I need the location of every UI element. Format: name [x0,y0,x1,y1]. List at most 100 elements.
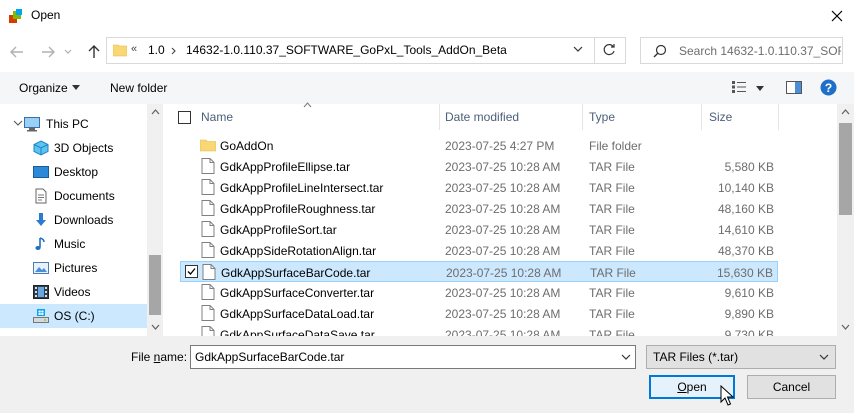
breadcrumb-overflow[interactable]: « [131,43,137,55]
chevron-down-icon[interactable] [621,354,631,361]
nav-item-pictures[interactable]: Pictures [0,256,147,280]
file-type: TAR File [589,307,635,321]
table-row[interactable]: GdkAppProfileEllipse.tar 2023-07-25 10:28… [180,156,778,177]
file-type: TAR File [589,244,635,258]
download-arrow-icon [36,213,46,226]
chevron-down-icon[interactable] [13,119,23,127]
documents-icon [35,188,47,204]
nav-item-label: Downloads [54,213,114,227]
preview-pane-icon[interactable] [786,81,802,94]
search-icon [653,44,667,58]
file-date: 2023-07-25 10:28 AM [445,223,561,237]
cube-icon [33,140,49,156]
table-row[interactable]: GdkAppSurfaceDataLoad.tar 2023-07-25 10:2… [180,303,778,324]
table-row[interactable]: GdkAppProfileSort.tar 2023-07-25 10:28 AM… [180,219,778,240]
file-date: 2023-07-25 10:28 AM [446,266,562,280]
scroll-up-icon[interactable] [151,109,160,115]
nav-item-label: This PC [46,117,89,131]
file-type: TAR File [589,223,635,237]
file-type: TAR File [589,286,635,300]
nav-item-downloads[interactable]: Downloads [0,208,147,232]
file-icon [202,264,216,280]
file-icon [201,305,215,321]
file-name-label: File name: [131,350,187,364]
table-row[interactable]: GdkAppSideRotationAlign.tar 2023-07-25 10… [180,240,778,261]
scroll-down-icon[interactable] [151,324,160,330]
file-name: GdkAppSideRotationAlign.tar [220,244,377,258]
file-size: 10,140 KB [717,181,774,195]
arrow-left-icon [10,46,23,58]
file-icon [201,200,215,216]
scroll-down-icon[interactable] [841,324,850,330]
caret-down-icon[interactable] [756,86,764,91]
address-bar[interactable]: « 1.0 14632-1.0.110.37_SOFTWARE_GoPxL_To… [106,37,626,64]
nav-item-videos[interactable]: Videos [0,280,147,304]
file-size: 14,610 KB [717,223,774,237]
column-date-modified[interactable]: Date modified [445,110,519,124]
file-icon [201,284,215,300]
file-icon [201,242,215,258]
table-row[interactable]: GdkAppProfileRoughness.tar 2023-07-25 10:… [180,198,778,219]
caret-down-icon [72,85,80,90]
file-type-select[interactable]: TAR Files (*.tar) [646,345,836,369]
table-row[interactable]: GoAddOn 2023-07-25 4:27 PM File folder [180,135,778,156]
file-name: GdkAppSurfaceConverter.tar [220,286,375,300]
back-button[interactable] [7,42,27,62]
select-all-checkbox[interactable] [178,111,191,124]
chevron-down-icon[interactable] [573,45,583,53]
file-date: 2023-07-25 10:28 AM [445,244,561,258]
close-button[interactable] [826,5,848,27]
chevron-right-icon[interactable] [171,47,177,55]
organize-button[interactable]: Organize [19,81,68,95]
nav-item-label: Desktop [54,165,99,179]
music-note-icon [35,237,45,250]
file-date: 2023-07-25 10:28 AM [445,181,561,195]
file-size: 15,630 KB [716,266,773,280]
column-divider[interactable] [439,104,440,130]
cancel-button[interactable]: Cancel [747,375,836,399]
file-type: TAR File [589,202,635,216]
desktop-icon [33,166,49,178]
nav-item-os-c[interactable]: OS (C:) [0,304,147,328]
table-row[interactable]: GdkAppProfileLineIntersect.tar 2023-07-25… [180,177,778,198]
file-type: TAR File [589,160,635,174]
column-header: Name Date modified Type Size [163,104,837,130]
breadcrumb-item[interactable]: 14632-1.0.110.37_SOFTWARE_GoPxL_Tools_Ad… [186,43,507,57]
recent-locations-button[interactable] [62,42,74,62]
column-divider[interactable] [582,104,583,130]
column-size[interactable]: Size [709,110,732,124]
file-type: TAR File [590,266,636,280]
nav-scrollbar-thumb[interactable] [149,255,161,315]
refresh-icon[interactable] [601,42,617,58]
search-input[interactable]: Search 14632-1.0.110.37_SOFTWARE_GoPxL_T… [679,44,841,58]
file-list-scrollbar-thumb[interactable] [839,123,852,215]
file-name-input[interactable]: GdkAppSurfaceBarCode.tar [190,345,636,369]
column-name[interactable]: Name [201,110,233,124]
view-options-icon[interactable] [731,80,747,94]
nav-item-3d-objects[interactable]: 3D Objects [0,136,147,160]
search-box[interactable]: Search 14632-1.0.110.37_SOFTWARE_GoPxL_T… [640,37,843,64]
table-row[interactable]: GdkAppSurfaceBarCode.tar 2023-07-25 10:28… [180,261,778,282]
nav-item-this-pc[interactable]: This PC [0,112,147,136]
column-type[interactable]: Type [589,110,615,124]
nav-item-desktop[interactable]: Desktop [0,160,147,184]
row-checkbox[interactable] [185,265,198,278]
label-part: ame: [160,350,188,364]
nav-item-label: Documents [54,189,115,203]
file-date: 2023-07-25 10:28 AM [445,286,561,300]
column-divider[interactable] [701,104,702,130]
file-name-value[interactable]: GdkAppSurfaceBarCode.tar [195,350,344,364]
scroll-up-icon[interactable] [841,109,850,115]
nav-item-documents[interactable]: Documents [0,184,147,208]
new-folder-button[interactable]: New folder [110,81,167,95]
breadcrumb-item[interactable]: 1.0 [148,43,165,57]
label-part: File [131,350,154,364]
file-type: TAR File [589,181,635,195]
column-divider[interactable] [778,104,779,130]
help-icon[interactable]: ? [820,79,837,96]
table-row[interactable]: GdkAppSurfaceConverter.tar 2023-07-25 10:… [180,282,778,303]
forward-button[interactable] [38,42,58,62]
file-size: 48,370 KB [717,244,774,258]
nav-item-music[interactable]: Music [0,232,147,256]
up-button[interactable] [84,42,104,62]
